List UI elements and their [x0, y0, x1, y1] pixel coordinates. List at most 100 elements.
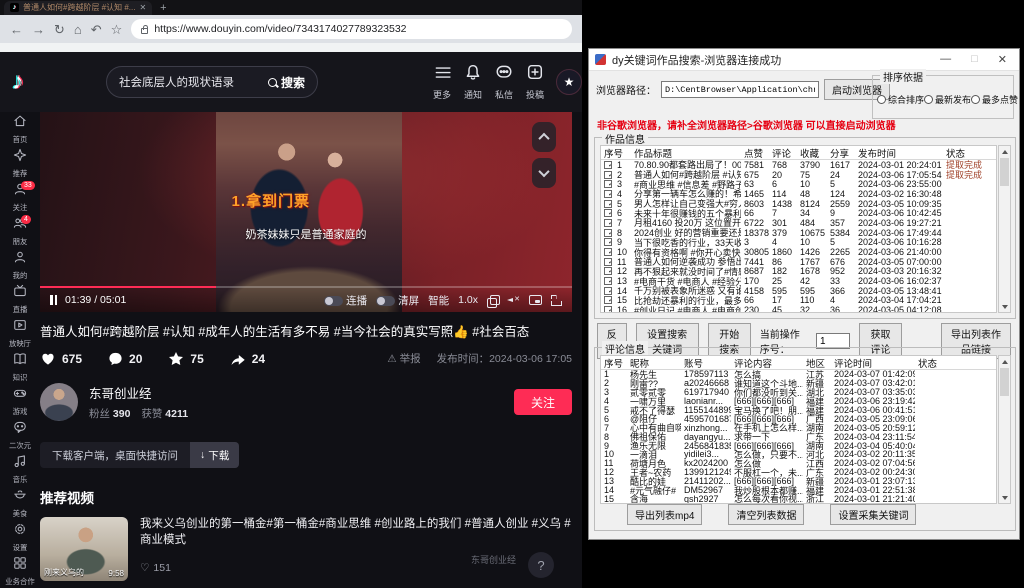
sidebar-item-knowledge[interactable]: 知识 — [0, 350, 40, 384]
row-checkbox[interactable]: ✓ — [604, 248, 612, 256]
undo-icon[interactable]: ↶ — [91, 23, 102, 36]
scroll-up-icon[interactable] — [999, 356, 1010, 367]
sort-option-2[interactable]: 最多点赞 — [971, 93, 1018, 106]
close-button[interactable]: ✕ — [998, 53, 1007, 66]
row-checkbox[interactable]: ✓ — [604, 306, 612, 313]
header-item-message[interactable]: 私信 — [495, 63, 513, 101]
forward-icon[interactable]: → — [32, 23, 45, 36]
sidebar-item-recommend[interactable]: 推荐 — [0, 146, 40, 180]
home-icon[interactable]: ⌂ — [74, 23, 82, 36]
row-checkbox[interactable]: ✓ — [604, 277, 612, 285]
sidebar-item-friends[interactable]: 朋友4 — [0, 214, 40, 248]
header-item-upload[interactable]: 投稿 — [526, 63, 544, 101]
row-checkbox[interactable]: ✓ — [604, 258, 612, 266]
clearscreen-toggle[interactable]: 清屏 — [376, 293, 419, 308]
bookmark-star-icon[interactable]: ☆ — [111, 23, 123, 36]
autoplay-toggle[interactable]: 连播 — [324, 293, 367, 308]
sidebar-item-follow[interactable]: 关注33 — [0, 180, 40, 214]
browser-tab[interactable]: ♪ 普通人如何#跨越阶层 #认知 #... ✕ — [4, 1, 152, 15]
search-input[interactable]: 社会底层人的现状语录 搜索 — [106, 66, 318, 98]
comment-button[interactable]: 20 — [108, 351, 142, 366]
back-icon[interactable]: ← — [10, 23, 23, 36]
scroll-up-icon[interactable] — [999, 146, 1010, 157]
scroll-thumb[interactable] — [1000, 158, 1009, 186]
recommend-item[interactable]: 刚来义乌的 9:58 我来义乌创业的第一桶金#第一桶金#商业思维 #创业路上的我… — [40, 517, 572, 581]
follow-button[interactable]: 关注 — [514, 389, 572, 415]
sidebar-item-cinema[interactable]: 放映厅 — [0, 316, 40, 350]
next-video-button[interactable] — [532, 158, 556, 188]
sidebar-item-settings[interactable]: 设置 — [0, 520, 40, 554]
comments-header-cell: 序号 — [601, 356, 627, 370]
help-button[interactable]: ? — [528, 552, 554, 578]
download-button[interactable]: ↓下载 — [190, 442, 239, 468]
douyin-logo-icon[interactable]: ♪ — [12, 68, 24, 96]
reload-icon[interactable]: ↻ — [54, 23, 65, 36]
recommend-title[interactable]: 我来义乌创业的第一桶金#第一桶金#商业思维 #创业路上的我们 #普通人创业 #义… — [140, 517, 572, 548]
favorite-button[interactable]: 75 — [168, 351, 203, 366]
recommend-thumbnail[interactable]: 刚来义乌的 9:58 — [40, 517, 128, 581]
watch-later-icon[interactable] — [487, 295, 498, 306]
export-mp4-button[interactable]: 导出列表mp4 — [627, 504, 702, 525]
tab-close-icon[interactable]: ✕ — [139, 3, 146, 12]
share-button[interactable]: 24 — [230, 352, 265, 366]
row-checkbox[interactable]: ✓ — [604, 180, 612, 188]
browser-path-input[interactable] — [661, 81, 819, 98]
scroll-down-icon[interactable] — [999, 301, 1010, 312]
row-checkbox[interactable]: ✓ — [604, 267, 612, 275]
report-button[interactable]: ⚠ 举报 — [387, 351, 420, 366]
cell-likes: 66 — [741, 295, 769, 305]
video-player[interactable]: 1.拿到门票 奶茶妹妹只是普通家庭的 01:39 / 05:01 连播 清屏 智 — [40, 112, 572, 312]
smart-button[interactable]: 智能 — [428, 293, 449, 308]
clear-list-button[interactable]: 清空列表数据 — [728, 504, 804, 525]
comments-table[interactable]: 序号昵称账号评论内容地区评论时间状态 1杨先生178597113怎么搞江苏202… — [600, 355, 997, 504]
cell-favorites: 10 — [797, 179, 827, 189]
sidebar-item-live[interactable]: 直播 — [0, 282, 40, 316]
sidebar-item-food[interactable]: 美食 — [0, 486, 40, 520]
row-checkbox[interactable]: ✓ — [604, 229, 612, 237]
prev-video-button[interactable] — [532, 122, 556, 152]
pip-icon[interactable] — [529, 295, 542, 305]
scroll-down-icon[interactable] — [999, 492, 1010, 503]
sidebar-item-music[interactable]: 音乐 — [0, 452, 40, 486]
search-button[interactable]: 搜索 — [268, 74, 305, 91]
header-item-bell[interactable]: 通知 — [464, 63, 482, 101]
tool-titlebar[interactable]: dy关键词作品搜索-浏览器连接成功 — □ ✕ — [589, 49, 1019, 71]
maximize-button[interactable]: □ — [971, 53, 978, 66]
row-checkbox[interactable]: ✓ — [604, 296, 612, 304]
works-scrollbar[interactable] — [998, 145, 1011, 313]
row-checkbox[interactable]: ✓ — [604, 190, 612, 198]
pause-icon[interactable] — [50, 295, 57, 305]
works-table[interactable]: 序号作品标题点赞评论收藏分享发布时间状态 ✓170.80.90都套路出局了！00… — [600, 145, 997, 313]
sort-option-0[interactable]: 综合排序 — [877, 93, 924, 106]
cell-shares: 357 — [827, 218, 855, 228]
mute-icon[interactable] — [507, 295, 520, 306]
row-checkbox[interactable]: ✓ — [604, 238, 612, 246]
comments-scrollbar[interactable] — [998, 355, 1011, 504]
sidebar-item-business[interactable]: 业务合作 — [0, 554, 40, 588]
address-bar[interactable]: https://www.douyin.com/video/73431740277… — [131, 19, 572, 39]
row-checkbox[interactable]: ✓ — [604, 219, 612, 227]
row-checkbox[interactable]: ✓ — [604, 209, 612, 217]
author-name[interactable]: 东哥创业经 — [89, 383, 196, 402]
row-checkbox[interactable]: ✓ — [604, 200, 612, 208]
user-avatar[interactable]: ★ — [556, 69, 582, 95]
scroll-thumb[interactable] — [1000, 368, 1009, 396]
sort-option-1[interactable]: 最新发布 — [924, 93, 971, 106]
header-item-menu[interactable]: 更多 — [433, 63, 451, 101]
row-checkbox[interactable]: ✓ — [604, 287, 612, 295]
sidebar-item-mine[interactable]: 我的 — [0, 248, 40, 282]
row-checkbox[interactable]: ✓ — [604, 161, 612, 169]
speed-button[interactable]: 1.0x — [458, 294, 478, 306]
new-tab-button[interactable]: + — [160, 2, 166, 14]
sidebar-item-home[interactable]: 首页 — [0, 112, 40, 146]
set-collect-keywords-button[interactable]: 设置采集关键词 — [830, 504, 916, 525]
works-row[interactable]: ✓16#创业日记 #电商人 #电商创...2304532362024-03-05… — [601, 305, 996, 313]
author-avatar[interactable] — [40, 383, 78, 421]
like-button[interactable]: 675 — [40, 351, 82, 366]
fullscreen-icon[interactable] — [551, 295, 562, 306]
sidebar-item-anime[interactable]: 二次元 — [0, 418, 40, 452]
row-checkbox[interactable]: ✓ — [604, 171, 612, 179]
sidebar-item-game[interactable]: 游戏 — [0, 384, 40, 418]
minimize-button[interactable]: — — [940, 53, 951, 66]
video-overlay-text-2: 奶茶妹妹只是普通家庭的 — [40, 226, 572, 242]
